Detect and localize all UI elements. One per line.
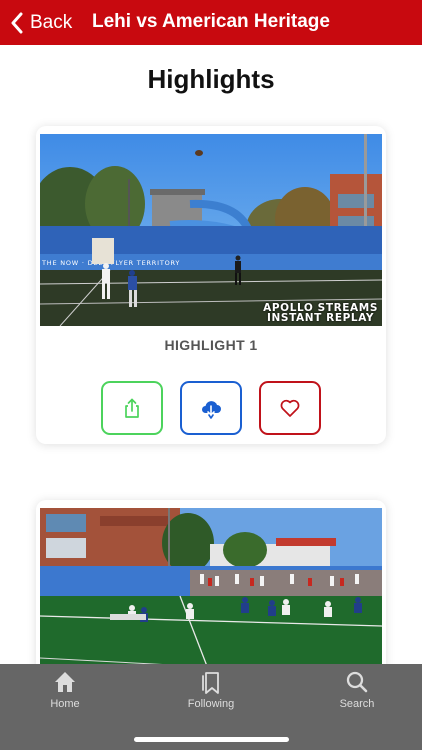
bookmarks-icon	[202, 672, 219, 694]
football-play-image: THE NOW · DEEP FLYER TERRITORY	[40, 134, 382, 326]
navigation-bar: Back Lehi vs American Heritage	[0, 0, 422, 45]
watermark: APOLLO STREAMS INSTANT REPLAY	[263, 303, 378, 324]
home-icon	[55, 672, 75, 692]
tab-following[interactable]: Following	[161, 669, 261, 710]
share-button[interactable]	[101, 381, 163, 435]
back-button[interactable]: Back	[10, 8, 72, 38]
share-icon	[125, 398, 139, 418]
tab-home-label: Home	[50, 698, 80, 710]
highlight-video-thumbnail[interactable]: THE NOW · DEEP FLYER TERRITORY	[40, 134, 382, 326]
heart-icon	[280, 399, 300, 417]
tab-search-label: Search	[339, 698, 375, 710]
tab-following-label: Following	[187, 698, 235, 710]
home-indicator[interactable]	[134, 737, 289, 742]
cloud-download-icon	[202, 401, 221, 419]
chevron-left-icon	[11, 12, 23, 34]
download-button[interactable]	[180, 381, 242, 435]
favorite-button[interactable]	[259, 381, 321, 435]
back-label: Back	[30, 12, 73, 33]
watermark-line-2: INSTANT REPLAY	[267, 312, 375, 324]
tab-home[interactable]: Home	[15, 669, 115, 710]
highlight-card: THE NOW · DEEP FLYER TERRITORY	[36, 126, 386, 444]
nav-title: Lehi vs American Heritage	[92, 11, 330, 32]
tab-search[interactable]: Search	[307, 669, 407, 710]
highlight-title: HIGHLIGHT 1	[164, 337, 258, 353]
search-icon	[346, 671, 368, 693]
page-title: Highlights	[147, 64, 275, 94]
